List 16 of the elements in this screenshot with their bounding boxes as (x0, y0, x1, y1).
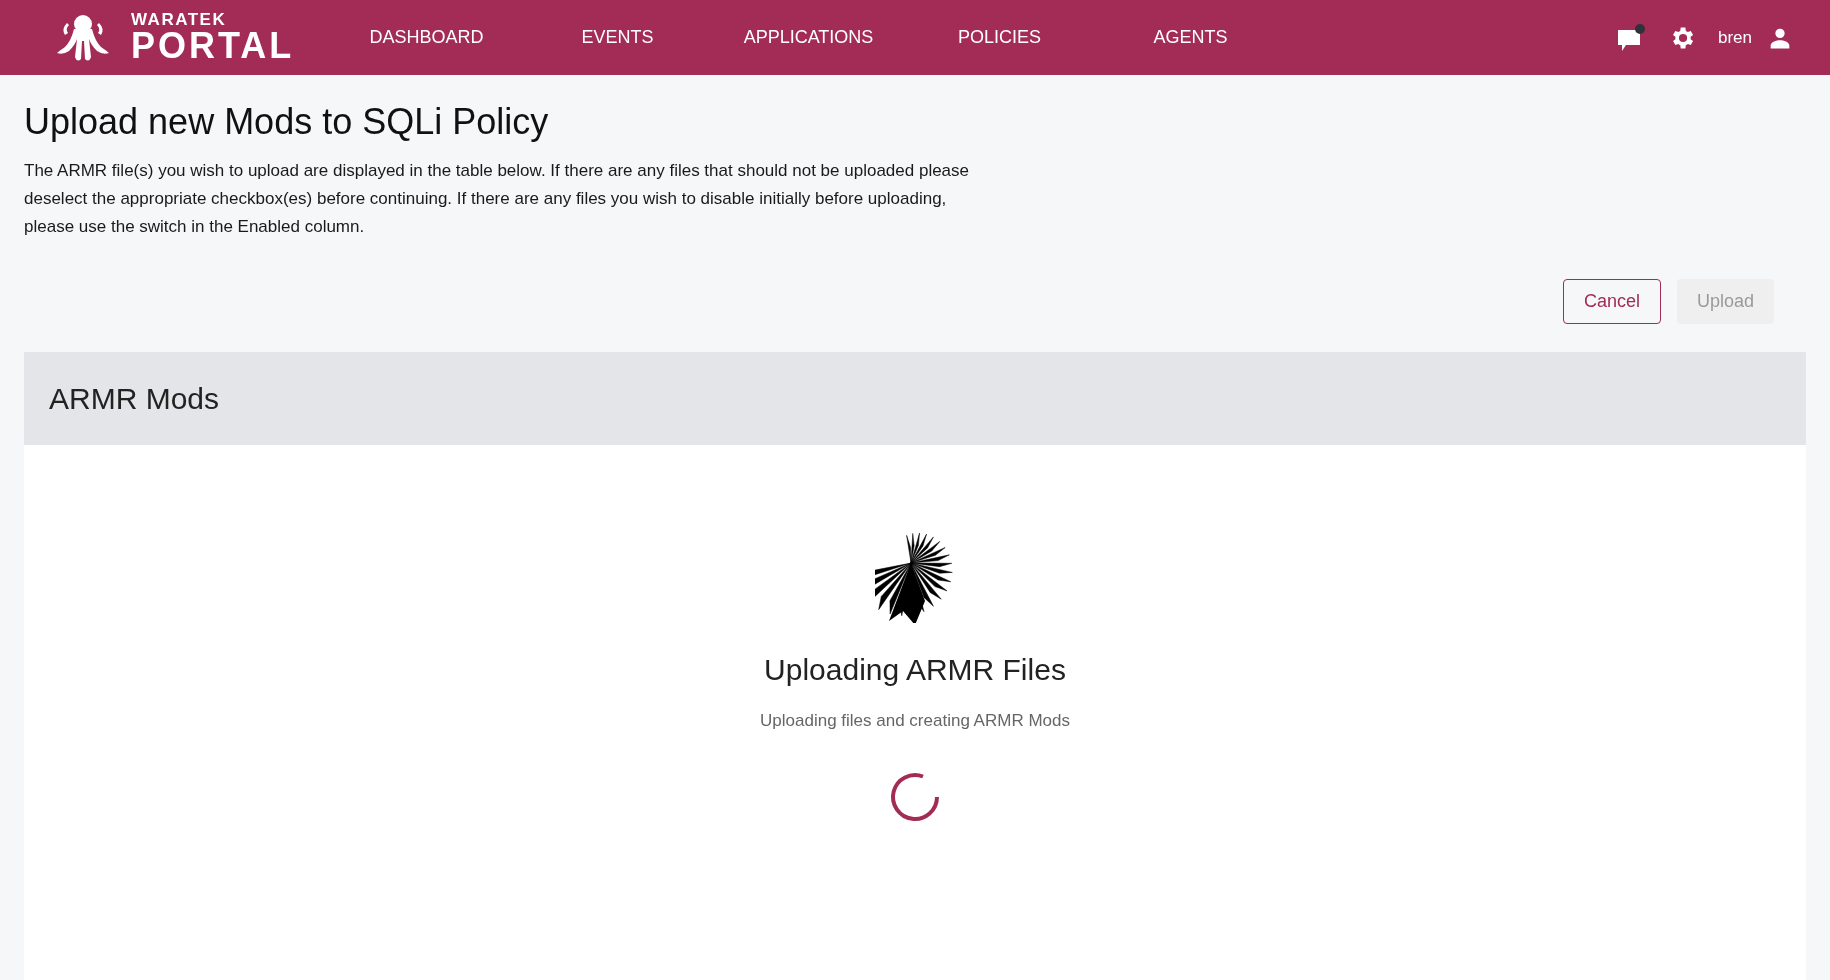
nav-link[interactable]: EVENTS (522, 27, 713, 48)
status-title: Uploading ARMR Files (764, 653, 1066, 687)
status-message: Uploading files and creating ARMR Mods (760, 711, 1070, 731)
octopus-logo-icon (55, 12, 111, 63)
nav-link[interactable]: APPLICATIONS (713, 27, 904, 48)
panel-title: ARMR Mods (49, 381, 220, 416)
user-name[interactable]: bren (1717, 27, 1752, 48)
chat-icon[interactable] (1615, 22, 1646, 53)
portal-wordmark: PORTAL (131, 28, 295, 64)
page-title: Upload new Mods to SQLi Policy (24, 101, 550, 143)
nav-link[interactable]: POLICIES (904, 27, 1095, 48)
brand-name: WARATEK (131, 11, 228, 28)
nav-link[interactable]: AGENTS (1095, 27, 1286, 48)
cancel-button[interactable]: Cancel (1562, 279, 1661, 324)
page-description: The ARMR file(s) you wish to upload are displayed in the table below. If there are any files that should not be uploaded please deselect the appropriate checkbox(es) before continuing. If there are any files you wish to disable initially before uploading, please use the switch in the Enabled column. (24, 160, 971, 238)
nav-link[interactable]: DASHBOARD (331, 27, 522, 48)
